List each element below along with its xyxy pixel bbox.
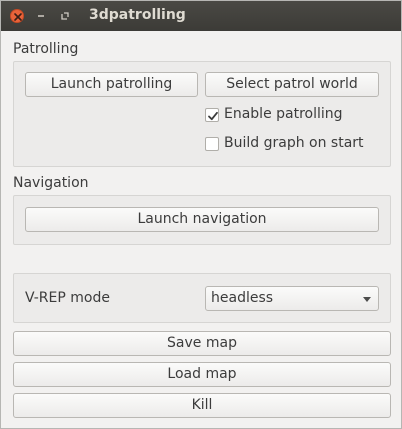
enable-patrolling-checkbox-row[interactable]: Enable patrolling xyxy=(205,106,375,124)
app-window: 3dpatrolling Patrolling Launch patrollin… xyxy=(0,0,402,429)
launch-patrolling-button[interactable]: Launch patrolling xyxy=(25,72,198,97)
minimize-icon[interactable] xyxy=(34,9,48,23)
window-title: 3dpatrolling xyxy=(89,7,186,23)
build-graph-label: Build graph on start xyxy=(224,135,364,151)
enable-patrolling-label: Enable patrolling xyxy=(224,106,343,122)
navigation-section-label: Navigation xyxy=(13,175,89,191)
title-bar[interactable]: 3dpatrolling xyxy=(1,1,401,31)
vrep-mode-label: V-REP mode xyxy=(25,290,110,306)
enable-patrolling-checkbox[interactable] xyxy=(205,108,219,122)
select-patrol-world-button[interactable]: Select patrol world xyxy=(205,72,379,97)
vrep-mode-select[interactable]: headless xyxy=(205,286,379,311)
chevron-down-icon xyxy=(363,297,371,302)
kill-button[interactable]: Kill xyxy=(13,393,391,418)
vrep-mode-selected-value: headless xyxy=(211,290,274,306)
close-icon[interactable] xyxy=(10,9,24,23)
patrolling-section-label: Patrolling xyxy=(13,41,79,57)
load-map-button[interactable]: Load map xyxy=(13,362,391,387)
build-graph-checkbox-row[interactable]: Build graph on start xyxy=(205,135,375,153)
checkmark-icon xyxy=(208,111,218,121)
build-graph-checkbox[interactable] xyxy=(205,137,219,151)
save-map-button[interactable]: Save map xyxy=(13,331,391,356)
launch-navigation-button[interactable]: Launch navigation xyxy=(25,207,379,232)
maximize-icon[interactable] xyxy=(58,9,72,23)
